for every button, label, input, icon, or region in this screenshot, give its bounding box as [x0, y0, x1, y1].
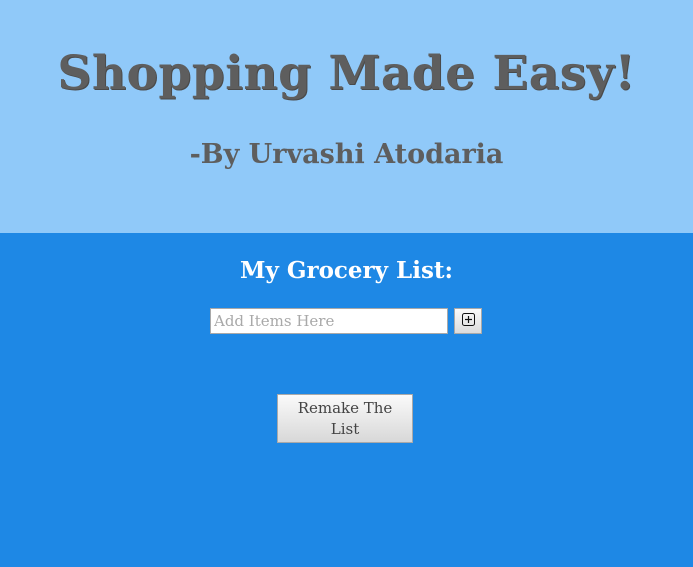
add-item-input[interactable]: [210, 308, 448, 334]
plus-box-icon: [461, 313, 475, 329]
list-heading: My Grocery List:: [239, 257, 454, 284]
add-item-row: [210, 307, 482, 335]
page-title: Shopping Made Easy!: [57, 46, 636, 101]
author-byline: -By Urvashi Atodaria: [189, 139, 504, 170]
remake-list-button[interactable]: Remake The List: [277, 394, 413, 443]
grocery-list-section: My Grocery List: Remake The List: [0, 233, 693, 567]
page-header: Shopping Made Easy! -By Urvashi Atodaria: [0, 0, 693, 233]
add-item-button[interactable]: [454, 308, 482, 334]
